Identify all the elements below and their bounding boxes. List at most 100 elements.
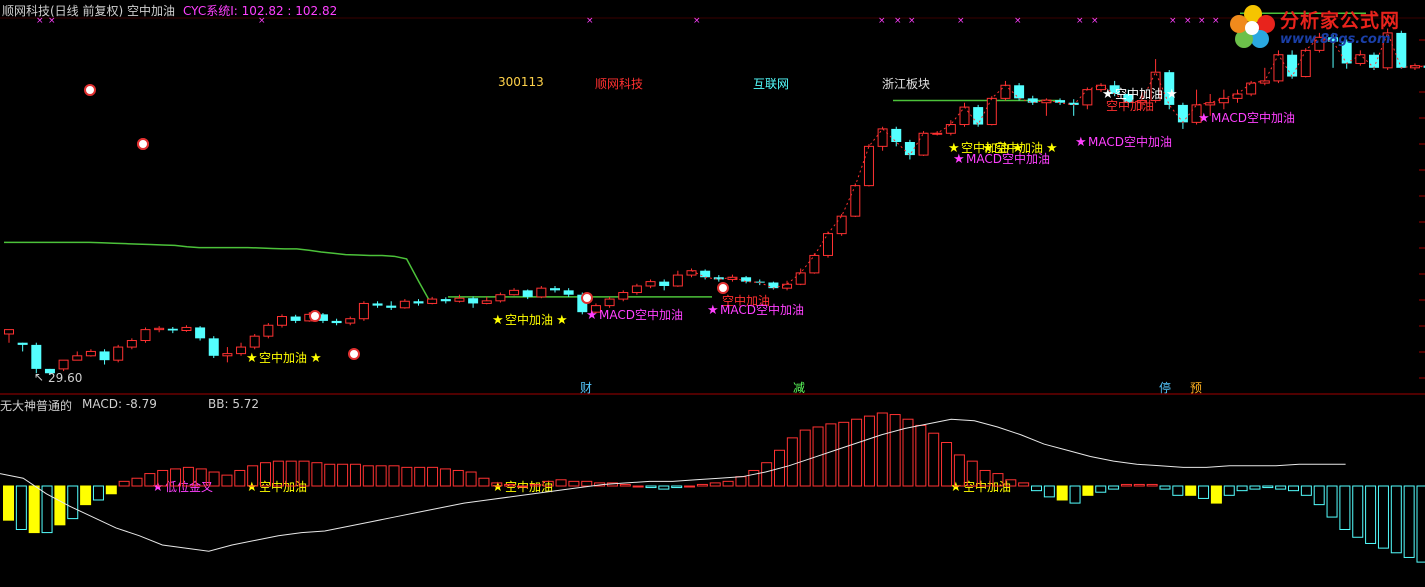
ma-line-lower [4, 241, 432, 304]
candle-body-down [99, 351, 110, 361]
candle-body-down [386, 305, 397, 308]
candle-body-up [277, 316, 287, 326]
macd-bar-pos [118, 480, 130, 487]
signal-label: 空中加油 [259, 350, 307, 365]
macd-bar-pos [362, 465, 374, 487]
candle-body-down [904, 141, 915, 156]
candle-body-up [222, 353, 233, 357]
candle-body-down [563, 290, 574, 295]
macd-bar-neg [1403, 485, 1415, 558]
x-marker-icon: × [1212, 16, 1220, 26]
candle-body-down [208, 338, 219, 356]
macd-bar-neg [1275, 485, 1287, 490]
candle-body-down [195, 327, 206, 339]
candle-body-up [72, 355, 83, 361]
macd-bar-neg [80, 485, 92, 506]
macd-bar-pos [465, 471, 477, 487]
macd-bar-pos [517, 485, 528, 488]
signal-dot [348, 348, 360, 360]
candle-body-up [454, 297, 465, 302]
candle-body-up [345, 318, 356, 324]
macd-signal-label: MACD空中加油 [1211, 110, 1295, 125]
candle-body-down [468, 298, 479, 304]
macd-bar-neg [1172, 485, 1184, 496]
candle-body-up [836, 215, 847, 235]
candle-body-down [1014, 85, 1025, 99]
macd-bar-pos [427, 466, 439, 487]
signal-star: ★ [492, 313, 504, 328]
macd-bar-pos [452, 469, 464, 487]
candle-body-up [495, 294, 506, 302]
macd-bar-neg [28, 485, 40, 534]
low-arrow-icon: ↖ [34, 370, 44, 384]
macd-bar-neg [1300, 485, 1312, 496]
macd-bar-pos [722, 480, 734, 487]
macd-bar-pos [221, 474, 233, 487]
macd-star: ★ [707, 303, 719, 318]
x-marker-icon: × [1076, 16, 1084, 26]
signal-dot [717, 282, 729, 294]
event-marker-cai: 财 [580, 381, 593, 395]
macd-bar-pos [825, 423, 837, 487]
candle-body-up [85, 350, 96, 357]
macd-star: ★ [953, 152, 965, 167]
macd-bar-pos [735, 476, 747, 487]
macd-star: ★ [586, 308, 598, 323]
candle-body-up [1300, 49, 1311, 78]
macd-bar-neg [54, 485, 66, 526]
candle-body-up [263, 324, 274, 337]
candle-body-up [1218, 97, 1229, 104]
candle-body-up [1082, 89, 1093, 106]
macd-histogram [0, 412, 1425, 563]
signal-label-red: 空中加油 [1106, 98, 1154, 113]
macd-bar-pos [761, 462, 773, 487]
macd-bar-neg [15, 485, 27, 530]
candle-body-up [481, 300, 492, 304]
macd-bar-neg [1185, 485, 1197, 496]
low-price-label: 29.60 [48, 371, 83, 385]
candle-body-down [413, 301, 424, 304]
macd-bar-pos [324, 463, 336, 487]
macd-bar-pos [555, 479, 567, 487]
candle-body-up [795, 272, 806, 285]
x-marker-icon: × [908, 16, 916, 26]
x-marker-icon: × [693, 16, 701, 26]
candle-body-up [1273, 54, 1284, 82]
macd-bar-neg [1326, 485, 1338, 518]
macd-bar-pos [337, 463, 349, 487]
macd-bar-neg [1262, 485, 1274, 489]
candle-body-up [1000, 84, 1011, 99]
trend-dotted-line [691, 31, 1425, 289]
event-marker-jian: 减 [793, 381, 806, 395]
macd-bar-neg [105, 485, 117, 495]
macd-bar-pos [838, 421, 850, 487]
macd-bar-neg [1069, 485, 1081, 504]
macd-pane-label: 空中加油 [963, 479, 1011, 494]
macd-bar-pos [928, 432, 940, 487]
macd-bar-pos [748, 469, 760, 487]
macd-bar-neg [1236, 485, 1248, 492]
macd-bar-neg [1095, 485, 1107, 493]
candle-body-up [863, 145, 874, 187]
macd-bar-pos [439, 468, 451, 487]
candle-body-up [236, 346, 247, 355]
macd-bar-pos [1133, 483, 1145, 487]
macd-star: ★ [1075, 135, 1087, 150]
candle-body-up [126, 340, 137, 348]
macd-bar-neg [92, 485, 104, 501]
macd-bar-pos [619, 483, 631, 487]
candle-body-down [891, 128, 902, 142]
candle-body-down [768, 282, 779, 289]
macd-bar-pos [311, 462, 323, 487]
x-marker-icon: × [1091, 16, 1099, 26]
macd-bar-neg [1365, 485, 1377, 544]
macd-bar-pos [401, 466, 413, 487]
macd-bar-neg [1352, 485, 1364, 538]
candle-body-up [140, 329, 151, 342]
candle-body-up [986, 97, 997, 126]
candle-body-up [604, 298, 615, 307]
candle-body-down [659, 281, 670, 286]
signal-dot [137, 138, 149, 150]
macd-bar-pos [786, 437, 798, 487]
macd-bar-neg [671, 485, 683, 489]
